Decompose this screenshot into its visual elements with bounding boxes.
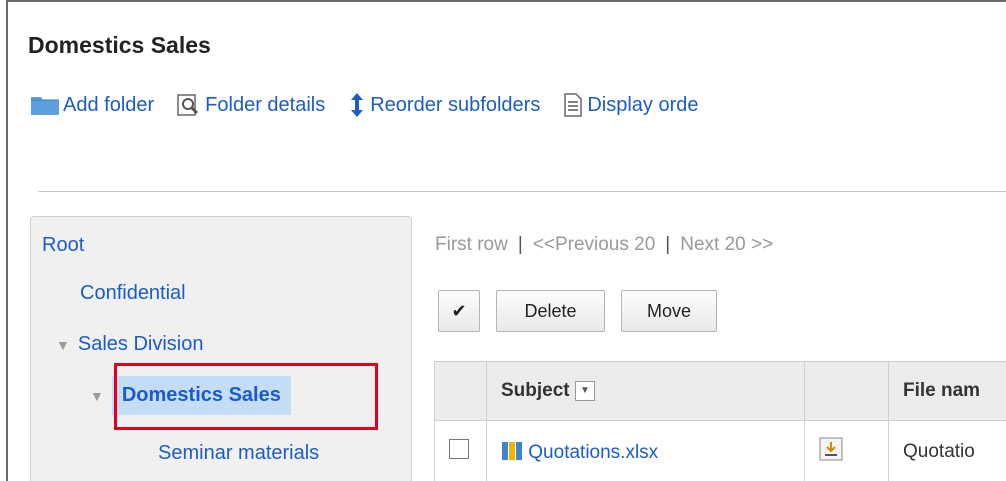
expanded-triangle-icon[interactable]: ▼ — [56, 337, 70, 353]
folder-details-label: Folder details — [205, 93, 326, 116]
move-button[interactable]: Move — [621, 290, 717, 332]
page-title: Domestics Sales — [28, 32, 211, 58]
row-checkbox[interactable] — [449, 439, 469, 459]
tree-item-sales-division[interactable]: ▼ Sales Division — [56, 333, 203, 356]
pager-separator: | — [517, 234, 523, 255]
pager-separator: | — [665, 234, 671, 255]
up-down-arrow-icon — [351, 93, 364, 117]
magnifier-document-icon — [177, 94, 199, 116]
first-row-link[interactable]: First row — [435, 234, 508, 255]
download-header-cell — [804, 361, 889, 421]
spreadsheet-file-icon — [502, 441, 522, 460]
header-divider — [38, 191, 1006, 192]
add-folder-label: Add folder — [63, 93, 155, 116]
toolbar: Add folder Folder details Reorder subfol… — [30, 90, 721, 120]
subject-header-label: Subject — [501, 380, 570, 401]
download-icon[interactable] — [819, 437, 843, 461]
row-checkbox-cell — [434, 420, 487, 481]
subject-cell: Quotations.xlsx — [486, 420, 805, 481]
action-buttons: ✔ Delete Move — [438, 290, 733, 332]
tree-item-label: Sales Division — [77, 333, 204, 355]
display-order-label: Display orde — [587, 93, 699, 116]
sort-dropdown-icon[interactable]: ▼ — [574, 380, 595, 401]
folder-icon — [31, 97, 59, 115]
previous-page-link[interactable]: <<Previous 20 — [533, 234, 656, 255]
subject-link[interactable]: Quotations.xlsx — [528, 442, 658, 463]
file-table: Subject ▼ File nam Quotations.xlsx Quota… — [434, 361, 1006, 481]
pager: First row | <<Previous 20 | Next 20 >> — [435, 234, 773, 256]
document-list-icon — [564, 93, 583, 117]
expanded-triangle-icon[interactable]: ▼ — [90, 388, 104, 404]
add-folder-link[interactable]: Add folder — [30, 94, 154, 117]
header-checkbox-cell — [434, 361, 487, 421]
tree-item-seminar-materials[interactable]: Seminar materials — [158, 442, 319, 465]
app-window: Domestics Sales Add folder Folder detail… — [6, 0, 1006, 481]
selection-highlight-box — [114, 363, 378, 430]
download-cell — [804, 420, 889, 481]
display-order-link[interactable]: Display orde — [562, 93, 699, 117]
file-name-header[interactable]: File nam — [888, 361, 1006, 421]
folder-details-link[interactable]: Folder details — [176, 93, 325, 117]
subject-header[interactable]: Subject ▼ — [486, 361, 805, 421]
delete-button[interactable]: Delete — [496, 290, 605, 332]
reorder-subfolders-label: Reorder subfolders — [370, 93, 541, 116]
select-all-button[interactable]: ✔ — [438, 290, 480, 332]
reorder-subfolders-link[interactable]: Reorder subfolders — [347, 92, 540, 118]
table-row: Quotations.xlsx Quotatio — [434, 420, 1006, 481]
tree-item-root[interactable]: Root — [42, 234, 84, 257]
table-header-row: Subject ▼ File nam — [434, 361, 1006, 421]
tree-item-confidential[interactable]: Confidential — [80, 282, 186, 305]
next-page-link[interactable]: Next 20 >> — [680, 234, 773, 255]
file-name-cell: Quotatio — [888, 420, 1006, 481]
